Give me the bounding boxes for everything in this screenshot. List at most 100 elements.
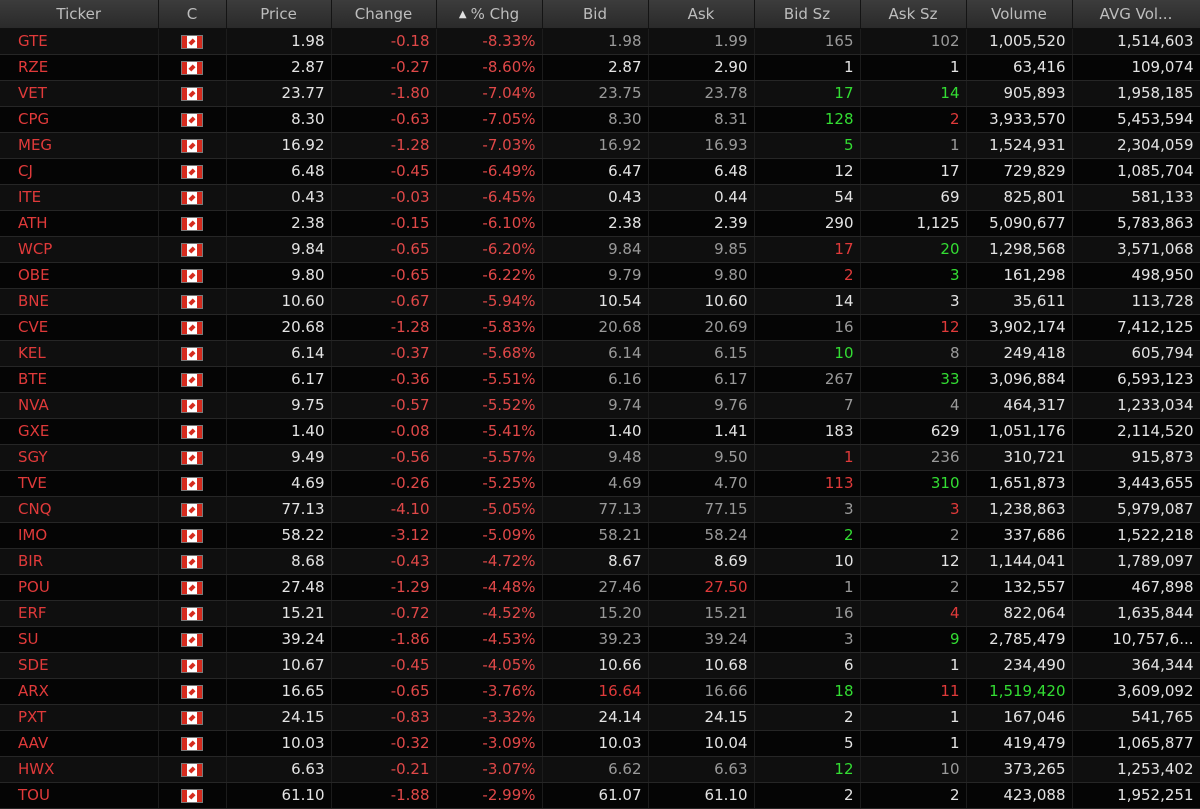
canada-flag-icon <box>181 268 203 283</box>
column-header-avg-volume[interactable]: AVG Vol... <box>1072 0 1200 29</box>
table-row[interactable]: IMO 58.22 -3.12 -5.09% 58.21 58.24 2 2 337,686 1,… <box>0 522 1200 549</box>
avg-volume-cell: 1,635,844 <box>1072 600 1200 627</box>
table-row[interactable]: BTE 6.17 -0.36 -5.51% 6.16 6.17 267 33 3,096,884… <box>0 366 1200 393</box>
ask-size-cell: 10 <box>860 756 967 783</box>
quote-rows: GTE 1.98 -0.18 -8.33% 1.98 1.99 165 102 1,005,52… <box>0 28 1200 809</box>
maple-leaf-icon <box>188 375 196 384</box>
column-header-pct-chg[interactable]: ▲% Chg <box>436 0 543 29</box>
table-row[interactable]: GXE 1.40 -0.08 -5.41% 1.40 1.41 183 629 1,051,17… <box>0 418 1200 445</box>
pct-change-cell: -5.52% <box>436 392 543 419</box>
table-row[interactable]: GTE 1.98 -0.18 -8.33% 1.98 1.99 165 102 1,005,52… <box>0 28 1200 55</box>
maple-leaf-icon <box>188 37 196 46</box>
country-cell <box>158 366 227 393</box>
country-cell <box>158 470 227 497</box>
table-row[interactable]: SU 39.24 -1.86 -4.53% 39.23 39.24 3 9 2,785,479 1… <box>0 626 1200 653</box>
column-header-bid-size[interactable]: Bid Sz <box>754 0 861 29</box>
price-cell: 58.22 <box>226 522 332 549</box>
maple-leaf-icon <box>188 63 196 72</box>
table-row[interactable]: PXT 24.15 -0.83 -3.32% 24.14 24.15 2 1 167,046 54… <box>0 704 1200 731</box>
change-cell: -0.15 <box>331 210 437 237</box>
maple-leaf-icon <box>188 635 196 644</box>
column-header-label: Change <box>354 5 413 23</box>
bid-cell: 9.79 <box>542 262 649 289</box>
avg-volume-cell: 1,233,034 <box>1072 392 1200 419</box>
ticker-cell: OBE <box>0 262 159 289</box>
table-row[interactable]: CNQ 77.13 -4.10 -5.05% 77.13 77.15 3 3 1,238,863… <box>0 496 1200 523</box>
table-row[interactable]: KEL 6.14 -0.37 -5.68% 6.14 6.15 10 8 249,418 605,… <box>0 340 1200 367</box>
ask-size-cell: 1 <box>860 54 967 81</box>
avg-volume-cell: 1,253,402 <box>1072 756 1200 783</box>
table-row[interactable]: BIR 8.68 -0.43 -4.72% 8.67 8.69 10 12 1,144,041 1… <box>0 548 1200 575</box>
bid-cell: 9.84 <box>542 236 649 263</box>
change-cell: -1.80 <box>331 80 437 107</box>
bid-cell: 10.54 <box>542 288 649 315</box>
column-header-change[interactable]: Change <box>331 0 437 29</box>
bid-cell: 9.48 <box>542 444 649 471</box>
table-row[interactable]: WCP 9.84 -0.65 -6.20% 9.84 9.85 17 20 1,298,568 3… <box>0 236 1200 263</box>
table-row[interactable]: CJ 6.48 -0.45 -6.49% 6.47 6.48 12 17 729,829 1,08… <box>0 158 1200 185</box>
table-row[interactable]: HWX 6.63 -0.21 -3.07% 6.62 6.63 12 10 373,265 1,2… <box>0 756 1200 783</box>
canada-flag-icon <box>181 86 203 101</box>
column-header-ticker[interactable]: Ticker <box>0 0 159 29</box>
avg-volume-cell: 2,114,520 <box>1072 418 1200 445</box>
table-row[interactable]: BNE 10.60 -0.67 -5.94% 10.54 10.60 14 3 35,611 11… <box>0 288 1200 315</box>
table-row[interactable]: ITE 0.43 -0.03 -6.45% 0.43 0.44 54 69 825,801 581… <box>0 184 1200 211</box>
table-row[interactable]: POU 27.48 -1.29 -4.48% 27.46 27.50 1 2 132,557 46… <box>0 574 1200 601</box>
volume-cell: 825,801 <box>966 184 1073 211</box>
volume-cell: 63,416 <box>966 54 1073 81</box>
column-header-ask-size[interactable]: Ask Sz <box>860 0 967 29</box>
change-cell: -0.65 <box>331 236 437 263</box>
table-row[interactable]: MEG 16.92 -1.28 -7.03% 16.92 16.93 5 1 1,524,931… <box>0 132 1200 159</box>
table-row[interactable]: OBE 9.80 -0.65 -6.22% 9.79 9.80 2 3 161,298 498,9… <box>0 262 1200 289</box>
column-header-label: Ticker <box>56 5 102 23</box>
table-row[interactable]: CVE 20.68 -1.28 -5.83% 20.68 20.69 16 12 3,902,1… <box>0 314 1200 341</box>
maple-leaf-icon <box>188 167 196 176</box>
quote-table: Ticker C Price Change ▲% Chg Bid Ask Bid… <box>0 0 1200 809</box>
bid-cell: 8.30 <box>542 106 649 133</box>
table-row[interactable]: SDE 10.67 -0.45 -4.05% 10.66 10.68 6 1 234,490 36… <box>0 652 1200 679</box>
volume-cell: 132,557 <box>966 574 1073 601</box>
bid-cell: 4.69 <box>542 470 649 497</box>
table-row[interactable]: SGY 9.49 -0.56 -5.57% 9.48 9.50 1 236 310,721 915… <box>0 444 1200 471</box>
ticker-cell: GTE <box>0 28 159 55</box>
price-cell: 77.13 <box>226 496 332 523</box>
column-header-country[interactable]: C <box>158 0 227 29</box>
country-cell <box>158 288 227 315</box>
table-row[interactable]: TVE 4.69 -0.26 -5.25% 4.69 4.70 113 310 1,651,87… <box>0 470 1200 497</box>
change-cell: -0.26 <box>331 470 437 497</box>
avg-volume-cell: 605,794 <box>1072 340 1200 367</box>
price-cell: 24.15 <box>226 704 332 731</box>
price-cell: 39.24 <box>226 626 332 653</box>
pct-change-cell: -5.94% <box>436 288 543 315</box>
bid-cell: 8.67 <box>542 548 649 575</box>
price-cell: 8.30 <box>226 106 332 133</box>
change-cell: -0.45 <box>331 652 437 679</box>
table-row[interactable]: NVA 9.75 -0.57 -5.52% 9.74 9.76 7 4 464,317 1,233… <box>0 392 1200 419</box>
volume-cell: 161,298 <box>966 262 1073 289</box>
table-row[interactable]: AAV 10.03 -0.32 -3.09% 10.03 10.04 5 1 419,479 1,… <box>0 730 1200 757</box>
column-header-volume[interactable]: Volume <box>966 0 1073 29</box>
column-header-price[interactable]: Price <box>226 0 332 29</box>
table-row[interactable]: RZE 2.87 -0.27 -8.60% 2.87 2.90 1 1 63,416 109,07… <box>0 54 1200 81</box>
canada-flag-icon <box>181 762 203 777</box>
table-row[interactable]: ATH 2.38 -0.15 -6.10% 2.38 2.39 290 1,125 5,090,… <box>0 210 1200 237</box>
table-row[interactable]: VET 23.77 -1.80 -7.04% 23.75 23.78 17 14 905,893… <box>0 80 1200 107</box>
pct-change-cell: -5.68% <box>436 340 543 367</box>
price-cell: 15.21 <box>226 600 332 627</box>
ask-cell: 2.90 <box>648 54 755 81</box>
maple-leaf-icon <box>188 245 196 254</box>
maple-leaf-icon <box>188 401 196 410</box>
table-row[interactable]: CPG 8.30 -0.63 -7.05% 8.30 8.31 128 2 3,933,570 5… <box>0 106 1200 133</box>
column-header-bid[interactable]: Bid <box>542 0 649 29</box>
table-row[interactable]: ARX 16.65 -0.65 -3.76% 16.64 16.66 18 11 1,519,4… <box>0 678 1200 705</box>
column-header-ask[interactable]: Ask <box>648 0 755 29</box>
ticker-cell: PXT <box>0 704 159 731</box>
canada-flag-icon <box>181 554 203 569</box>
volume-cell: 1,051,176 <box>966 418 1073 445</box>
table-row[interactable]: ERF 15.21 -0.72 -4.52% 15.20 15.21 16 4 822,064 1… <box>0 600 1200 627</box>
ask-size-cell: 17 <box>860 158 967 185</box>
avg-volume-cell: 113,728 <box>1072 288 1200 315</box>
canada-flag-icon <box>181 632 203 647</box>
pct-change-cell: -4.53% <box>436 626 543 653</box>
price-cell: 9.49 <box>226 444 332 471</box>
